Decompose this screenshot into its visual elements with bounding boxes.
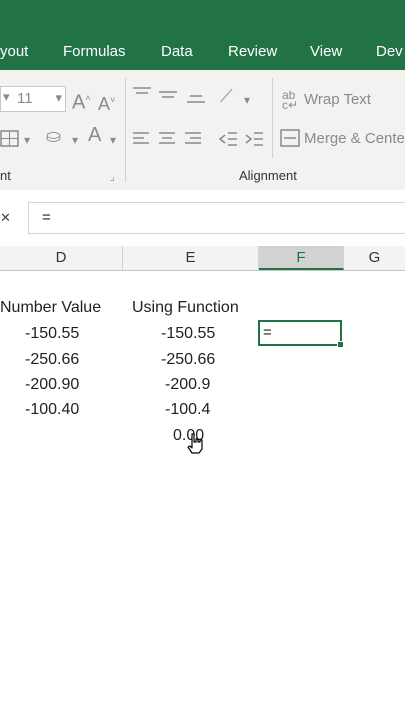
column-header-g[interactable]: G: [344, 246, 405, 270]
font-dialog-launcher-icon[interactable]: ⌟: [110, 170, 115, 186]
formula-bar: ✕ =: [0, 190, 405, 247]
alignment-group-label: Alignment: [239, 168, 297, 183]
cell-d-value[interactable]: -100.40: [25, 401, 79, 419]
insert-function-icon[interactable]: ✕: [0, 210, 11, 226]
font-color-dropdown-icon[interactable]: ▾: [110, 132, 116, 148]
cell-d-value[interactable]: -250.66: [25, 351, 79, 369]
middle-align-icon[interactable]: [158, 88, 178, 108]
tab-page-layout[interactable]: yout: [0, 36, 28, 70]
borders-icon[interactable]: [0, 130, 20, 152]
align-right-icon[interactable]: [184, 130, 202, 152]
cell-e-value[interactable]: -150.55: [161, 325, 215, 343]
column-header-f[interactable]: F: [259, 246, 344, 270]
cell-d-header[interactable]: Number Value: [0, 299, 101, 317]
align-left-icon[interactable]: [132, 130, 150, 152]
formula-text: =: [42, 209, 51, 226]
increase-font-size-icon[interactable]: A˄: [72, 90, 91, 113]
borders-dropdown-icon[interactable]: ▾: [24, 132, 30, 148]
hand-cursor-icon: [187, 433, 203, 454]
align-center-icon[interactable]: [158, 130, 176, 152]
increase-indent-icon[interactable]: [244, 130, 264, 152]
ribbon-tab-bar: yout Formulas Data Review View Dev: [0, 36, 405, 70]
cell-d-value[interactable]: -150.55: [25, 325, 79, 343]
column-header-e[interactable]: E: [123, 246, 259, 270]
cell-e-value[interactable]: -100.4: [165, 401, 210, 419]
tab-view[interactable]: View: [310, 36, 342, 70]
fill-handle[interactable]: [337, 341, 344, 348]
column-headers: D E F G: [0, 246, 405, 271]
active-cell-f[interactable]: =: [258, 320, 344, 348]
font-size-value: 11: [17, 90, 33, 107]
tab-review[interactable]: Review: [228, 36, 277, 70]
fill-color-icon[interactable]: ⛀: [46, 127, 61, 145]
font-color-icon[interactable]: A: [88, 125, 101, 145]
font-size-dropdown-icon: ▾: [55, 90, 62, 105]
formula-input[interactable]: =: [28, 202, 405, 234]
orientation-dropdown-icon[interactable]: ▾: [244, 92, 250, 108]
tab-developer[interactable]: Dev: [376, 36, 403, 70]
top-align-icon[interactable]: [132, 86, 152, 106]
active-cell-text: =: [263, 324, 272, 341]
column-header-d[interactable]: D: [0, 246, 123, 270]
cell-e-header[interactable]: Using Function: [132, 299, 239, 317]
merge-center-icon[interactable]: [280, 129, 300, 151]
decrease-font-size-icon[interactable]: A˅: [98, 92, 115, 113]
font-size-box[interactable]: ▾ 11 ▾: [0, 86, 66, 112]
tab-formulas[interactable]: Formulas: [63, 36, 126, 70]
fill-color-dropdown-icon[interactable]: ▾: [72, 132, 78, 148]
font-group-label: nt: [0, 168, 11, 183]
cell-e-value[interactable]: -250.66: [161, 351, 215, 369]
orientation-icon[interactable]: ⟋: [220, 87, 233, 105]
cell-e-value[interactable]: -200.9: [165, 376, 210, 394]
decrease-indent-icon[interactable]: [218, 130, 238, 152]
wrap-text-label[interactable]: Wrap Text: [304, 91, 371, 108]
title-bar: [0, 0, 405, 36]
ribbon: ▾ 11 ▾ A˄ A˅ ▾ ⛀ ▾ A ▾ nt ⌟ ⟋ ▾ ab c↵ Wra…: [0, 70, 405, 191]
tab-data[interactable]: Data: [161, 36, 193, 70]
wrap-text-icon[interactable]: ab c↵: [282, 89, 298, 111]
cell-d-value[interactable]: -200.90: [25, 376, 79, 394]
bottom-align-icon[interactable]: [186, 90, 206, 110]
merge-center-label[interactable]: Merge & Cente: [304, 130, 405, 147]
